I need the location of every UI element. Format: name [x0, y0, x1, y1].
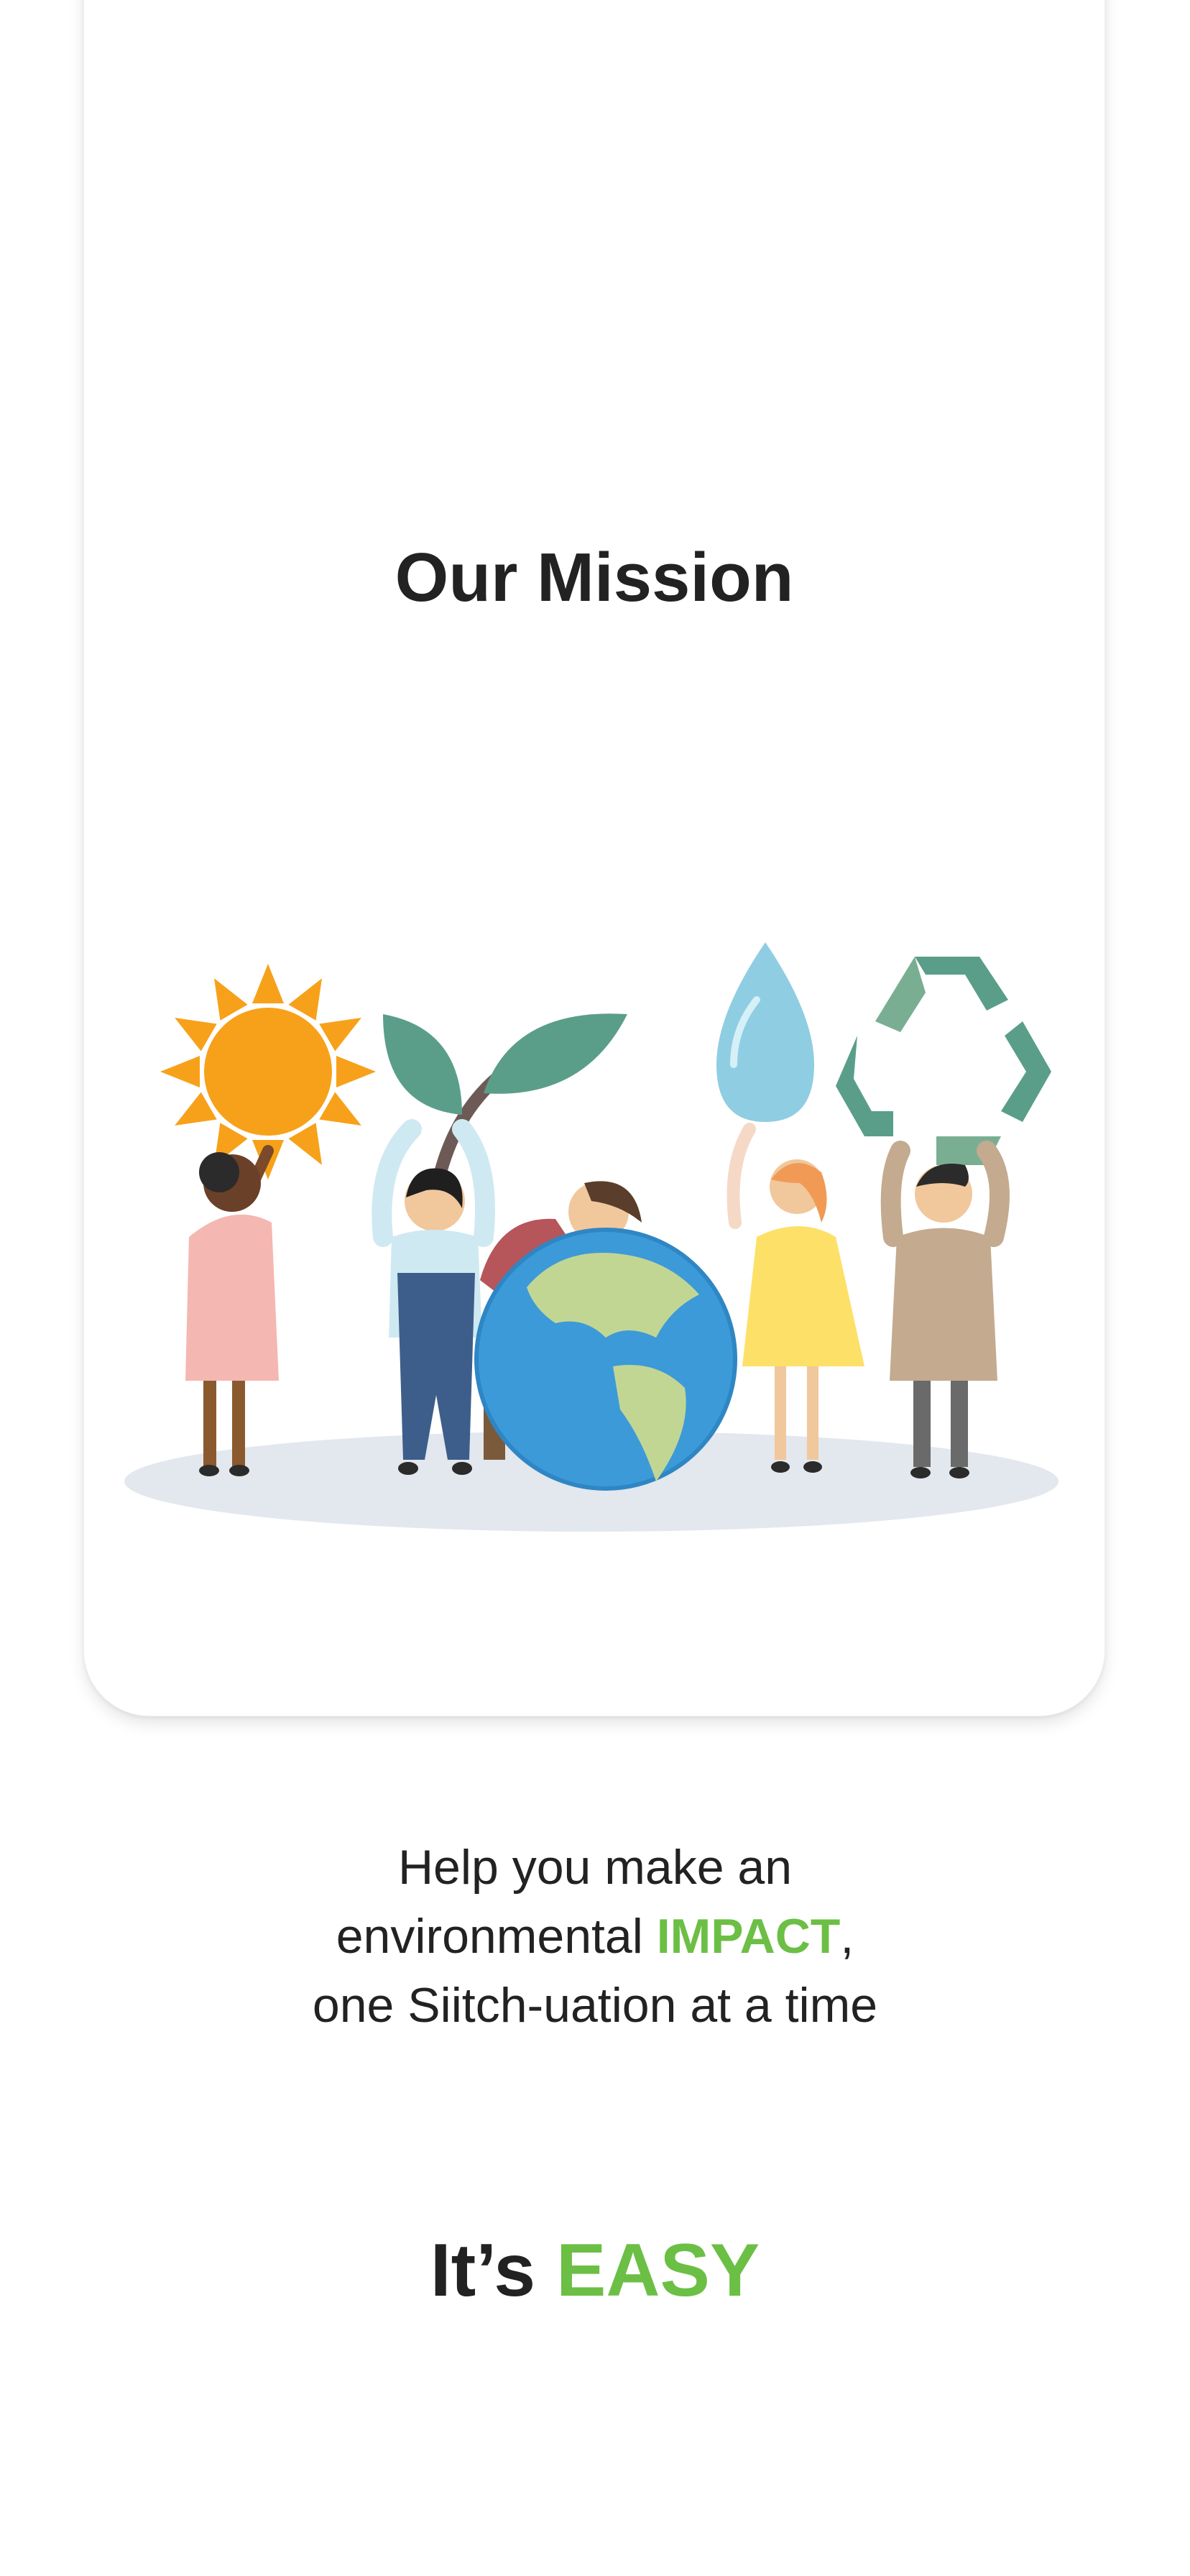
globe-icon: [474, 1228, 737, 1491]
mission-card: Our Mission: [83, 0, 1105, 1716]
impact-highlight: IMPACT: [656, 1909, 841, 1964]
easy-highlight: EASY: [556, 2229, 760, 2312]
person-pink: [185, 1145, 279, 1476]
mission-line-2: environmental IMPACT,: [0, 1902, 1190, 1971]
person-overalls: [372, 1119, 495, 1475]
mission-line-2-suffix: ,: [840, 1909, 854, 1964]
plant-icon: [383, 1013, 627, 1179]
mission-line-1: Help you make an: [397, 1840, 793, 1895]
onboarding-page: Our Mission Help you make an environment…: [0, 0, 1190, 2576]
environment-illustration: [124, 942, 1058, 1532]
person-yellow: [727, 1123, 864, 1473]
water-drop-icon: [716, 942, 814, 1122]
mission-line-2-prefix: environmental: [336, 1909, 657, 1964]
easy-prefix: It’s: [430, 2229, 557, 2312]
mission-line-3: one Siitch-uation at a time: [312, 1978, 878, 2033]
person-beige: [880, 1141, 1010, 1478]
recycle-icon: [836, 957, 1051, 1165]
mission-statement: Help you make an environmental IMPACT, o…: [0, 1833, 1190, 2040]
card-title: Our Mission: [395, 539, 794, 616]
easy-tagline: It’s EASY: [0, 2228, 1190, 2314]
